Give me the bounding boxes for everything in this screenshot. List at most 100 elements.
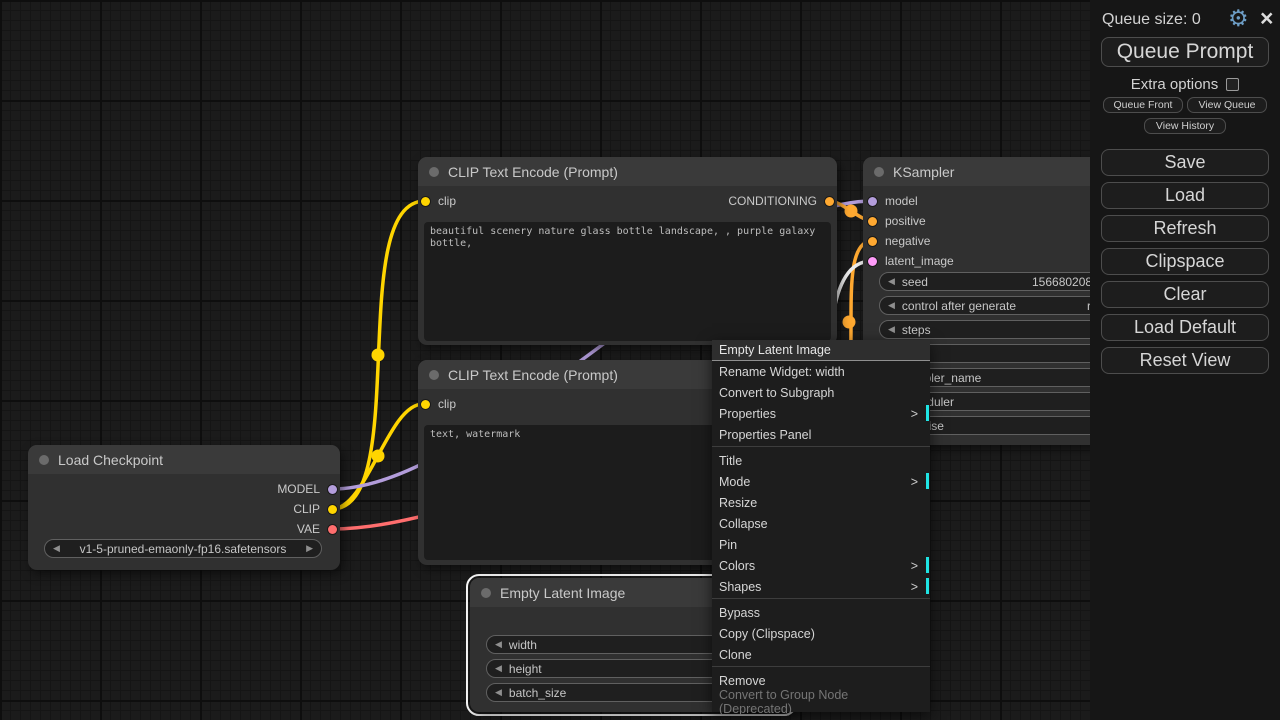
port-label: latent_image xyxy=(885,254,954,268)
collapse-dot-icon[interactable] xyxy=(429,167,439,177)
clipspace-button[interactable]: Clipspace xyxy=(1101,248,1269,275)
node-title: CLIP Text Encode (Prompt) xyxy=(448,367,618,383)
context-menu-item-copy-clipspace[interactable]: Copy (Clipspace) xyxy=(712,623,930,644)
widget-left-arrow-icon[interactable]: ◀ xyxy=(495,663,502,674)
widget-left-arrow-icon[interactable]: ◀ xyxy=(888,324,895,335)
submenu-caret xyxy=(926,473,929,489)
widget-left-arrow-icon[interactable]: ◀ xyxy=(495,687,502,698)
refresh-button[interactable]: Refresh xyxy=(1101,215,1269,242)
extra-options-label: Extra options xyxy=(1131,76,1219,93)
widget-label: height xyxy=(509,662,542,676)
combo-left-arrow-icon[interactable]: ◀ xyxy=(53,543,60,554)
node-title: CLIP Text Encode (Prompt) xyxy=(448,164,618,180)
port-label: CONDITIONING xyxy=(728,194,817,208)
node-title: Empty Latent Image xyxy=(500,585,625,601)
context-menu-item-collapse[interactable]: Collapse xyxy=(712,513,930,534)
input-clip[interactable]: clip xyxy=(421,397,456,411)
save-button[interactable]: Save xyxy=(1101,149,1269,176)
combo-value: v1-5-pruned-emaonly-fp16.safetensors xyxy=(60,542,306,556)
conditioning-port-icon[interactable] xyxy=(825,197,834,206)
load-button[interactable]: Load xyxy=(1101,182,1269,209)
submenu-caret xyxy=(926,405,929,421)
menu-item-label: Colors xyxy=(719,559,755,573)
menu-item-label: Title xyxy=(719,454,742,468)
reset-view-button[interactable]: Reset View xyxy=(1101,347,1269,374)
submenu-arrow-icon: > xyxy=(911,580,918,594)
combo-right-arrow-icon[interactable]: ▶ xyxy=(306,543,313,554)
input-clip[interactable]: clip xyxy=(421,194,456,208)
context-menu-item-pin[interactable]: Pin xyxy=(712,534,930,555)
context-menu-title: Empty Latent Image xyxy=(712,340,930,361)
queue-size-label: Queue size: 0 xyxy=(1102,11,1201,29)
model-port-icon[interactable] xyxy=(328,485,337,494)
menu-item-label: Pin xyxy=(719,538,737,552)
view-queue-button[interactable]: View Queue xyxy=(1187,97,1267,113)
context-menu-item-resize[interactable]: Resize xyxy=(712,492,930,513)
input-negative[interactable]: negative xyxy=(868,234,930,248)
clear-button[interactable]: Clear xyxy=(1101,281,1269,308)
context-menu-item-properties-panel[interactable]: Properties Panel xyxy=(712,424,930,445)
widget-label: steps xyxy=(902,323,931,337)
menu-item-label: Remove xyxy=(719,674,766,688)
port-label: MODEL xyxy=(277,482,320,496)
port-label: CLIP xyxy=(293,502,320,516)
prompt-textarea[interactable]: beautiful scenery nature glass bottle la… xyxy=(424,222,831,341)
menu-item-label: Clone xyxy=(719,648,752,662)
queue-front-button[interactable]: Queue Front xyxy=(1103,97,1183,113)
latent-port-icon[interactable] xyxy=(868,257,877,266)
load-default-button[interactable]: Load Default xyxy=(1101,314,1269,341)
clip-port-icon[interactable] xyxy=(421,400,430,409)
menu-item-label: Copy (Clipspace) xyxy=(719,627,815,641)
context-menu-item-clone[interactable]: Clone xyxy=(712,644,930,665)
settings-gear-icon[interactable]: ⚙ xyxy=(1228,5,1249,31)
node-title: Load Checkpoint xyxy=(58,452,163,468)
context-menu-item-properties[interactable]: Properties> xyxy=(712,403,930,424)
widget-label: control after generate xyxy=(902,299,1016,313)
extra-options-checkbox[interactable] xyxy=(1226,78,1239,91)
menu-item-label: Properties Panel xyxy=(719,428,811,442)
input-model[interactable]: model xyxy=(868,194,918,208)
collapse-dot-icon[interactable] xyxy=(39,455,49,465)
node-header[interactable]: Load Checkpoint xyxy=(28,445,340,474)
output-model[interactable]: MODEL xyxy=(277,482,337,496)
node-clip-encode-1[interactable]: CLIP Text Encode (Prompt) clip CONDITION… xyxy=(418,157,837,345)
context-menu-item-bypass[interactable]: Bypass xyxy=(712,602,930,623)
model-port-icon[interactable] xyxy=(868,197,877,206)
context-menu-item-colors[interactable]: Colors > xyxy=(712,555,930,576)
node-load-checkpoint[interactable]: Load Checkpoint MODEL CLIP VAE ◀ v1-5-pr… xyxy=(28,445,340,570)
output-clip[interactable]: CLIP xyxy=(293,502,337,516)
output-conditioning[interactable]: CONDITIONING xyxy=(728,194,834,208)
ckpt-name-combo[interactable]: ◀ v1-5-pruned-emaonly-fp16.safetensors ▶ xyxy=(44,539,322,558)
port-label: VAE xyxy=(297,522,320,536)
widget-left-arrow-icon[interactable]: ◀ xyxy=(888,276,895,287)
collapse-dot-icon[interactable] xyxy=(481,588,491,598)
conditioning-port-icon[interactable] xyxy=(868,237,877,246)
input-latent-image[interactable]: latent_image xyxy=(868,254,954,268)
queue-prompt-button[interactable]: Queue Prompt xyxy=(1101,37,1269,67)
context-menu-item-convert-to-group-node-deprecated: Convert to Group Node (Deprecated) xyxy=(712,691,930,712)
node-header[interactable]: CLIP Text Encode (Prompt) xyxy=(418,157,837,186)
submenu-arrow-icon: > xyxy=(911,559,918,573)
input-positive[interactable]: positive xyxy=(868,214,926,228)
submenu-caret xyxy=(926,557,929,573)
collapse-dot-icon[interactable] xyxy=(874,167,884,177)
clip-port-icon[interactable] xyxy=(328,505,337,514)
context-menu-item-rename-widget-width[interactable]: Rename Widget: width xyxy=(712,361,930,382)
context-menu-item-mode[interactable]: Mode> xyxy=(712,471,930,492)
conditioning-port-icon[interactable] xyxy=(868,217,877,226)
context-menu-item-convert-to-subgraph[interactable]: Convert to Subgraph xyxy=(712,382,930,403)
collapse-dot-icon[interactable] xyxy=(429,370,439,380)
vae-port-icon[interactable] xyxy=(328,525,337,534)
view-history-button[interactable]: View History xyxy=(1144,118,1226,134)
output-vae[interactable]: VAE xyxy=(297,522,337,536)
port-label: clip xyxy=(438,397,456,411)
menu-item-label: Properties xyxy=(719,407,776,421)
widget-left-arrow-icon[interactable]: ◀ xyxy=(888,300,895,311)
clip-port-icon[interactable] xyxy=(421,197,430,206)
menu-item-label: Collapse xyxy=(719,517,768,531)
widget-left-arrow-icon[interactable]: ◀ xyxy=(495,639,502,650)
port-label: clip xyxy=(438,194,456,208)
close-icon[interactable]: × xyxy=(1260,5,1273,31)
context-menu-item-shapes[interactable]: Shapes> xyxy=(712,576,930,597)
context-menu-item-title[interactable]: Title xyxy=(712,450,930,471)
